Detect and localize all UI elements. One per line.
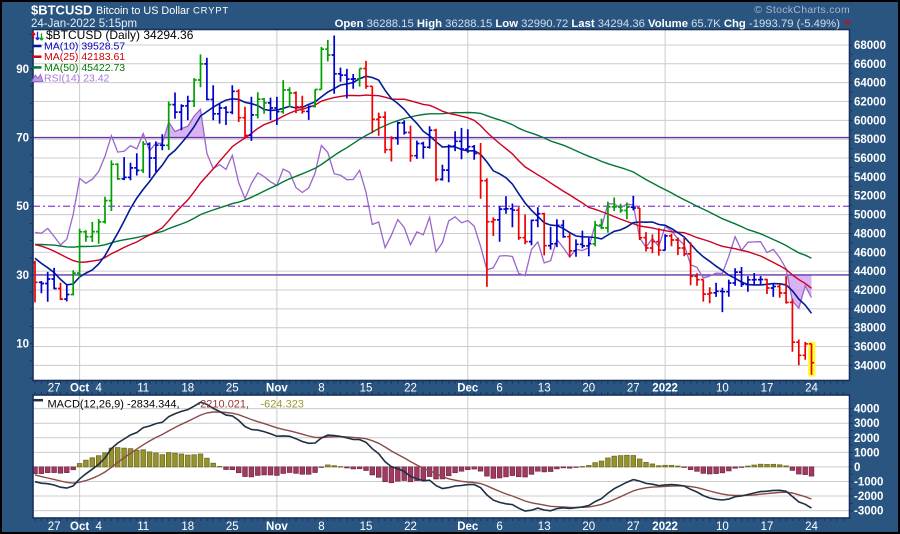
svg-text:22: 22 (404, 383, 417, 395)
svg-text:44000: 44000 (854, 266, 886, 278)
svg-text:36000: 36000 (854, 342, 886, 354)
svg-text:Nov: Nov (266, 383, 288, 395)
svg-text:24: 24 (805, 383, 818, 395)
svg-text:27: 27 (627, 521, 640, 533)
svg-text:20: 20 (582, 521, 595, 533)
svg-text:15: 15 (360, 521, 373, 533)
svg-text:© StockCharts.com: © StockCharts.com (754, 4, 850, 16)
svg-text:4: 4 (95, 383, 102, 395)
svg-text:1000: 1000 (854, 447, 880, 459)
svg-text:8: 8 (318, 383, 324, 395)
svg-text:11: 11 (137, 383, 149, 395)
svg-text:34000: 34000 (854, 360, 886, 372)
svg-text:13: 13 (538, 521, 551, 533)
svg-text:MACD(12,26,9) -2834.344,: MACD(12,26,9) -2834.344, (48, 399, 180, 411)
svg-text:Open 36288.15 High 36288.15 Lo: Open 36288.15 High 36288.15 Low 32990.72… (335, 18, 841, 30)
svg-text:4: 4 (95, 521, 102, 533)
svg-text:62000: 62000 (854, 97, 886, 109)
svg-text:15: 15 (360, 383, 373, 395)
svg-text:10: 10 (716, 383, 729, 395)
svg-text:8: 8 (318, 521, 324, 533)
svg-text:2022: 2022 (652, 383, 678, 395)
svg-text:Nov: Nov (266, 521, 288, 533)
svg-text:64000: 64000 (854, 78, 886, 90)
svg-text:-1000: -1000 (854, 477, 883, 489)
svg-text:24-Jan-2022 5:15pm: 24-Jan-2022 5:15pm (31, 18, 137, 30)
svg-text:6: 6 (496, 521, 502, 533)
svg-text:Bitcoin to US Dollar: Bitcoin to US Dollar (96, 5, 190, 17)
svg-text:20: 20 (582, 383, 595, 395)
svg-text:27: 27 (627, 383, 640, 395)
svg-text:25: 25 (226, 521, 239, 533)
svg-text:CRYPT: CRYPT (193, 6, 229, 17)
svg-text:17: 17 (761, 383, 774, 395)
svg-text:-624.323: -624.323 (261, 399, 304, 411)
svg-text:58000: 58000 (854, 134, 886, 146)
svg-text:Dec: Dec (457, 383, 479, 395)
svg-text:50000: 50000 (854, 210, 886, 222)
svg-text:Oct: Oct (70, 383, 89, 395)
svg-text:52000: 52000 (854, 191, 886, 203)
svg-text:25: 25 (226, 383, 239, 395)
svg-text:30: 30 (16, 270, 29, 282)
svg-text:6: 6 (496, 383, 502, 395)
svg-text:Oct: Oct (70, 521, 89, 533)
svg-text:-2210.021,: -2210.021, (197, 399, 250, 411)
svg-text:11: 11 (137, 521, 149, 533)
svg-text:27: 27 (48, 521, 61, 533)
svg-text:3000: 3000 (854, 418, 880, 430)
svg-text:-3000: -3000 (854, 506, 883, 518)
svg-text:$BTCUSD: $BTCUSD (31, 3, 92, 18)
svg-text:2022: 2022 (652, 521, 678, 533)
svg-text:17: 17 (761, 521, 774, 533)
svg-text:46000: 46000 (854, 247, 886, 259)
svg-text:68000: 68000 (854, 40, 886, 52)
svg-text:38000: 38000 (854, 323, 886, 335)
svg-text:22: 22 (404, 521, 417, 533)
svg-text:13: 13 (538, 383, 551, 395)
svg-text:18: 18 (181, 383, 194, 395)
svg-text:60000: 60000 (854, 115, 886, 127)
svg-text:66000: 66000 (854, 59, 886, 71)
svg-text:70: 70 (16, 133, 29, 145)
svg-text:18: 18 (181, 521, 194, 533)
svg-text:0: 0 (854, 462, 860, 474)
svg-text:10: 10 (716, 521, 729, 533)
svg-text:4000: 4000 (854, 404, 880, 416)
svg-text:RSI(14) 23.42: RSI(14) 23.42 (44, 73, 110, 85)
svg-text:2000: 2000 (854, 433, 880, 445)
svg-text:90: 90 (16, 64, 29, 76)
svg-text:27: 27 (48, 383, 61, 395)
svg-text:Dec: Dec (457, 521, 479, 533)
svg-text:54000: 54000 (854, 172, 886, 184)
svg-text:48000: 48000 (854, 228, 886, 240)
svg-text:40000: 40000 (854, 304, 886, 316)
svg-text:42000: 42000 (854, 285, 886, 297)
svg-text:24: 24 (805, 521, 818, 533)
svg-text:50: 50 (16, 201, 29, 213)
svg-text:56000: 56000 (854, 153, 886, 165)
svg-text:-2000: -2000 (854, 491, 883, 503)
svg-text:10: 10 (16, 339, 29, 351)
